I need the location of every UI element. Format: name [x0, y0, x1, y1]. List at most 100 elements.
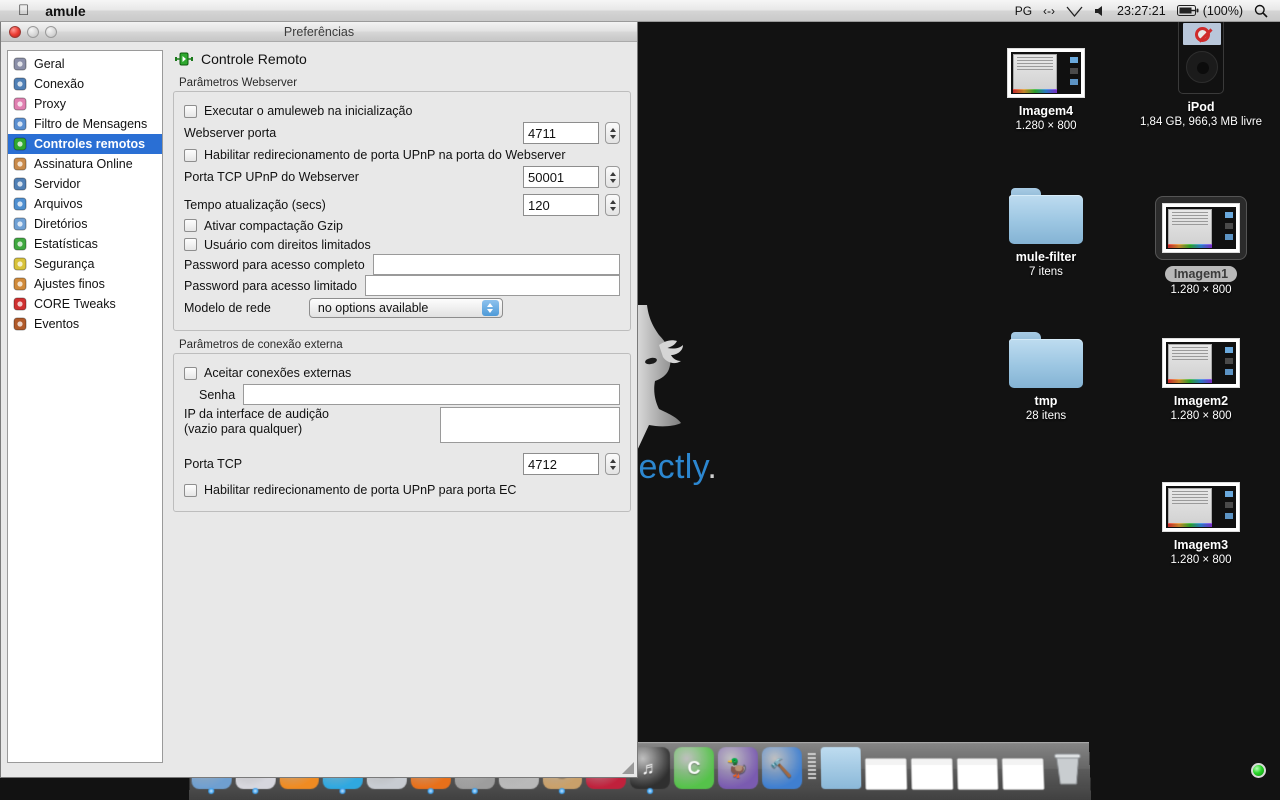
refresh-time-input[interactable]: 120 [523, 194, 599, 216]
sidebar-item-servidor[interactable]: Servidor [8, 174, 162, 194]
dock-item-documents-folder[interactable] [821, 747, 862, 789]
ec-tcp-port-row[interactable]: Porta TCP 4712 [184, 453, 620, 475]
gzip-row[interactable]: Ativar compactação Gzip [184, 216, 620, 235]
gzip-checkbox[interactable] [184, 219, 197, 232]
sidebar-item-geral[interactable]: Geral [8, 54, 162, 74]
desktop-icon-imagem3[interactable]: Imagem3 1.280 × 800 [1126, 466, 1276, 566]
upnp-tcp-port-input[interactable]: 50001 [523, 166, 599, 188]
window-resize-grip[interactable] [621, 761, 635, 775]
full-password-input[interactable] [373, 254, 620, 275]
dock-item-trash[interactable] [1047, 747, 1088, 789]
sidebar-item-diret-rios[interactable]: Diretórios [8, 214, 162, 234]
webserver-port-row[interactable]: Webserver porta 4711 [184, 122, 620, 144]
menubar-clock[interactable]: 23:27:21 [1117, 4, 1166, 18]
sidebar-item-label: Assinatura Online [34, 157, 133, 171]
bluetooth-icon[interactable]: ‹-› [1043, 4, 1055, 18]
window-controls[interactable] [9, 26, 57, 38]
gnu-head-silhouette-icon [625, 305, 715, 455]
limited-password-row[interactable]: Password para acesso limitado [184, 275, 620, 296]
window-title: Preferências [284, 25, 354, 39]
dock-running-indicator [471, 788, 477, 794]
close-button[interactable] [9, 26, 21, 38]
menubar-app-name[interactable]: amule [45, 3, 85, 19]
ec-tcp-port-input[interactable]: 4712 [523, 453, 599, 475]
accept-external-row[interactable]: Aceitar conexões externas [184, 362, 620, 384]
upnp-tcp-port-stepper[interactable] [605, 166, 620, 188]
dock-item-notes[interactable]: C [674, 747, 714, 789]
limited-password-input[interactable] [365, 275, 620, 296]
template-label: Modelo de rede [184, 301, 271, 315]
full-password-row[interactable]: Password para acesso completo [184, 254, 620, 275]
bind-ip-input[interactable] [440, 407, 620, 443]
ec-password-row[interactable]: Senha [184, 384, 620, 405]
run-amuleweb-row[interactable]: Executar o amuleweb na inicialização [184, 100, 620, 122]
upnp-webserver-row[interactable]: Habilitar redirecionamento de porta UPnP… [184, 144, 620, 166]
dock-item-window-preview-2[interactable] [910, 758, 953, 790]
dock-item-window-preview-4[interactable] [1002, 758, 1045, 790]
battery-status[interactable]: (100%) [1177, 4, 1243, 18]
refresh-time-row[interactable]: Tempo atualização (secs) 120 [184, 194, 620, 216]
dock-item-xcode[interactable]: 🔨 [761, 747, 801, 789]
ec-tcp-port-stepper[interactable] [605, 453, 620, 475]
zoom-button[interactable] [45, 26, 57, 38]
desktop-icon-tmp[interactable]: tmp 28 itens [971, 322, 1121, 422]
funnel-icon [12, 116, 28, 132]
dock-item-window-preview-1[interactable] [865, 758, 908, 790]
sidebar-item-filtro-de-mensagens[interactable]: Filtro de Mensagens [8, 114, 162, 134]
sidebar-item-conex-o[interactable]: Conexão [8, 74, 162, 94]
refresh-time-stepper[interactable] [605, 194, 620, 216]
bind-ip-label-line2: (vazio para qualquer) [184, 422, 329, 437]
limited-user-row[interactable]: Usuário com direitos limitados [184, 235, 620, 254]
dock-item-window-preview-3[interactable] [956, 758, 999, 790]
sidebar-item-ajustes-finos[interactable]: Ajustes finos [8, 274, 162, 294]
apple-logo-icon[interactable]:  [18, 3, 29, 18]
dock-running-indicator [428, 788, 434, 794]
sidebar-item-proxy[interactable]: Proxy [8, 94, 162, 114]
sidebar-item-arquivos[interactable]: Arquivos [8, 194, 162, 214]
sidebar-item-core-tweaks[interactable]: CORE Tweaks [8, 294, 162, 314]
minimize-button[interactable] [27, 26, 39, 38]
sidebar-item-label: Geral [34, 57, 65, 71]
desktop-icon-imagem1[interactable]: Imagem1 1.280 × 800 [1126, 172, 1276, 296]
webserver-port-stepper[interactable] [605, 122, 620, 144]
sidebar-item-assinatura-online[interactable]: Assinatura Online [8, 154, 162, 174]
upnp-ec-checkbox[interactable] [184, 484, 197, 497]
ec-password-input[interactable] [243, 384, 620, 405]
run-amuleweb-checkbox[interactable] [184, 105, 197, 118]
preferences-sidebar[interactable]: Geral ConexãoProxyFiltro de MensagensCont… [7, 50, 163, 763]
menubar[interactable]:  amule PG ‹-› 23:27:21 (100%) [0, 0, 1280, 22]
input-source-indicator[interactable]: PG [1015, 4, 1032, 18]
volume-icon[interactable] [1094, 5, 1106, 17]
desktop-icon-thumb [971, 32, 1121, 98]
desktop-icon-thumb [971, 178, 1121, 244]
window-titlebar[interactable]: Preferências [1, 22, 637, 42]
sidebar-item-controles-remotos[interactable]: Controles remotos [8, 134, 162, 154]
accept-external-checkbox[interactable] [184, 367, 197, 380]
external-group-legend: Parâmetros de conexão externa [179, 339, 631, 351]
upnp-webserver-checkbox[interactable] [184, 149, 197, 162]
menubar-status-items[interactable]: PG ‹-› 23:27:21 (100%) [1015, 4, 1268, 18]
webserver-port-input[interactable]: 4711 [523, 122, 599, 144]
dock-item-cyberduck[interactable]: 🦆 [718, 747, 758, 789]
upnp-tcp-port-row[interactable]: Porta TCP UPnP do Webserver 50001 [184, 166, 620, 188]
screenshot-thumbnail-icon [1007, 48, 1085, 98]
preferences-window[interactable]: Preferências Geral ConexãoProxyFiltro de … [0, 22, 638, 778]
network-template-select[interactable]: no options available [309, 298, 503, 318]
bind-ip-row[interactable]: IP da interface de audição (vazio para q… [184, 407, 620, 447]
desktop-icon-ipod[interactable]: iPod 1,84 GB, 966,3 MB livre [1126, 28, 1276, 128]
desktop-icon-mule-filter[interactable]: mule-filter 7 itens [971, 178, 1121, 278]
sidebar-item-seguran-a[interactable]: Segurança [8, 254, 162, 274]
wifi-icon[interactable] [1066, 5, 1083, 17]
bind-ip-label-block: IP da interface de audição (vazio para q… [184, 407, 329, 437]
sidebar-item-eventos[interactable]: Eventos [8, 314, 162, 334]
desktop-icon-imagem4[interactable]: Imagem4 1.280 × 800 [971, 32, 1121, 132]
dock-running-indicator [252, 788, 258, 794]
limited-user-checkbox[interactable] [184, 238, 197, 251]
webserver-port-value: 4711 [528, 126, 556, 141]
desktop-icon-imagem2[interactable]: Imagem2 1.280 × 800 [1126, 322, 1276, 422]
sidebar-item-estat-sticas[interactable]: Estatísticas [8, 234, 162, 254]
upnp-ec-row[interactable]: Habilitar redirecionamento de porta UPnP… [184, 479, 620, 501]
search-icon[interactable] [1254, 4, 1268, 18]
upnp-ec-label: Habilitar redirecionamento de porta UPnP… [204, 483, 516, 497]
template-row[interactable]: Modelo de rede no options available [184, 296, 620, 320]
